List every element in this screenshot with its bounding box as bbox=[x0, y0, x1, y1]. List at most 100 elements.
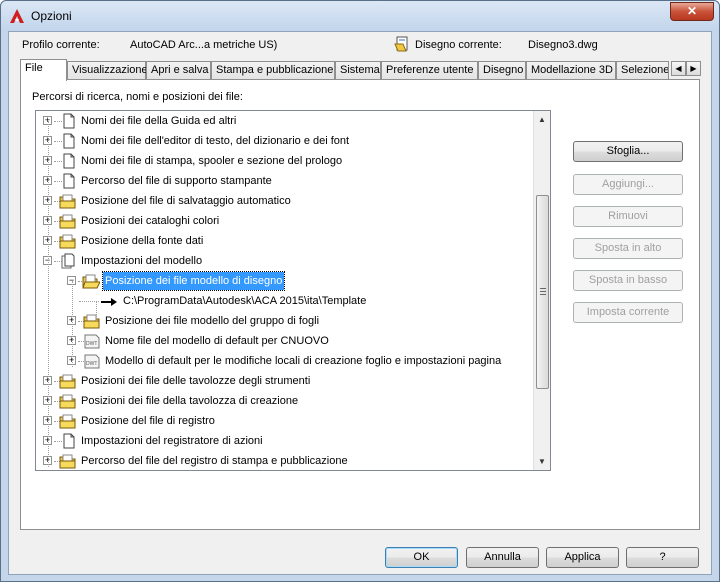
set-current-button-label: Imposta corrente bbox=[586, 306, 670, 318]
tab-selezione[interactable]: Selezione bbox=[616, 61, 669, 80]
tree-node-label: Impostazioni del modello bbox=[81, 255, 203, 267]
folder-icon bbox=[58, 413, 76, 429]
set-current-button[interactable]: Imposta corrente bbox=[573, 302, 683, 323]
tree-node-label: Posizione dei file modello di disegno bbox=[101, 271, 286, 291]
dialog-body: Profilo corrente: AutoCAD Arc...a metric… bbox=[8, 31, 712, 575]
tab-stampa-e-pubblicazione[interactable]: Stampa e pubblicazione bbox=[211, 61, 335, 80]
tree-node[interactable]: + DWT Modello di default per le modifiche … bbox=[36, 352, 532, 370]
tree-node[interactable]: + Posizioni dei file delle tavolozze degl… bbox=[36, 372, 532, 390]
tree-connector bbox=[48, 121, 49, 467]
tree-node[interactable]: + Impostazioni del registratore di azioni bbox=[36, 432, 532, 450]
current-profile-value: AutoCAD Arc...a metriche US) bbox=[130, 39, 278, 51]
grip-line bbox=[540, 291, 546, 292]
remove-button[interactable]: Rimuovi bbox=[573, 206, 683, 227]
tab-visualizzazione[interactable]: Visualizzazione bbox=[67, 61, 148, 80]
tree-node-label: Posizioni dei file delle tavolozze degli… bbox=[81, 375, 311, 387]
apply-button[interactable]: Applica bbox=[546, 547, 619, 568]
search-paths-tree[interactable]: ▲ ▼ + Nomi dei file della Guida ed altri +… bbox=[35, 110, 551, 471]
document-icon bbox=[58, 113, 76, 129]
svg-text:DWT: DWT bbox=[86, 341, 97, 347]
tree-node-label: Impostazioni del registratore di azioni bbox=[81, 435, 263, 447]
tree-node[interactable]: C:\ProgramData\Autodesk\ACA 2015\ita\Tem… bbox=[36, 292, 532, 310]
grip-line bbox=[540, 294, 546, 295]
tree-node[interactable]: + Posizione dei file modello del gruppo d… bbox=[36, 312, 532, 330]
tab-scroll-right-button[interactable]: ▶ bbox=[686, 61, 701, 76]
folder-icon bbox=[58, 393, 76, 409]
dwt-file-icon: DWT bbox=[82, 353, 100, 369]
tab-modellazione-3d[interactable]: Modellazione 3D bbox=[526, 61, 616, 80]
tree-connector bbox=[96, 301, 97, 321]
move-down-button[interactable]: Sposta in basso bbox=[573, 270, 683, 291]
tree-node[interactable]: + Nomi dei file dell'editor di testo, del… bbox=[36, 132, 532, 150]
tree-scrollbar[interactable]: ▲ ▼ bbox=[533, 111, 550, 470]
tree-node[interactable]: + Nomi dei file della Guida ed altri bbox=[36, 112, 532, 130]
file-tab-panel: Percorsi di ricerca, nomi e posizioni de… bbox=[20, 79, 700, 530]
folder-icon bbox=[58, 193, 76, 209]
tab-apri-e-salva[interactable]: Apri e salva bbox=[146, 61, 211, 80]
current-drawing-value: Disegno3.dwg bbox=[528, 39, 598, 51]
tree-node[interactable]: + Percorso del file di supporto stampante bbox=[36, 172, 532, 190]
documents-icon bbox=[58, 253, 76, 269]
panel-label: Percorsi di ricerca, nomi e posizioni de… bbox=[32, 91, 243, 103]
cancel-button-label: Annulla bbox=[484, 551, 521, 563]
document-icon bbox=[58, 433, 76, 449]
tree-node[interactable]: + Posizioni dei file della tavolozza di c… bbox=[36, 392, 532, 410]
svg-text:DWT: DWT bbox=[86, 361, 97, 367]
add-button[interactable]: Aggiungi... bbox=[573, 174, 683, 195]
tree-node[interactable]: + Nomi dei file di stampa, spooler e sezi… bbox=[36, 152, 532, 170]
move-down-button-label: Sposta in basso bbox=[588, 274, 668, 286]
autocad-logo-icon bbox=[10, 9, 24, 23]
folder-icon bbox=[58, 233, 76, 249]
document-icon bbox=[58, 173, 76, 189]
tree-node-label: Posizioni dei cataloghi colori bbox=[81, 215, 220, 227]
apply-button-label: Applica bbox=[564, 551, 601, 563]
cancel-button[interactable]: Annulla bbox=[466, 547, 539, 568]
tree-node[interactable]: + Posizione del file di salvataggio autom… bbox=[36, 192, 532, 210]
browse-button[interactable]: Sfoglia... bbox=[573, 141, 683, 162]
add-button-label: Aggiungi... bbox=[602, 178, 654, 190]
close-icon: ✕ bbox=[686, 4, 698, 18]
tree-node[interactable]: + Percorso del file del registro di stamp… bbox=[36, 452, 532, 470]
remove-button-label: Rimuovi bbox=[608, 210, 648, 222]
tree-node-label: Percorso del file di supporto stampante bbox=[81, 175, 272, 187]
tree-node[interactable]: − Impostazioni del modello bbox=[36, 252, 532, 270]
help-button-label: ? bbox=[659, 551, 666, 563]
path-arrow-icon bbox=[100, 293, 118, 309]
tree-node[interactable]: + Posizione della fonte dati bbox=[36, 232, 532, 250]
tree-node-label: Posizione del file di registro bbox=[81, 415, 215, 427]
scroll-up-icon[interactable]: ▲ bbox=[537, 115, 547, 125]
tree-node[interactable]: + Posizione del file di registro bbox=[36, 412, 532, 430]
tab-file[interactable]: File bbox=[20, 59, 67, 81]
current-profile-label: Profilo corrente: bbox=[22, 39, 100, 51]
folder-icon bbox=[58, 213, 76, 229]
title-bar[interactable]: Opzioni ✕ bbox=[1, 1, 719, 31]
folder-icon bbox=[58, 373, 76, 389]
tree-node-label: Posizione del file di salvataggio automa… bbox=[81, 195, 291, 207]
close-button[interactable]: ✕ bbox=[670, 2, 714, 21]
tree-node-label: Nomi dei file di stampa, spooler e sezio… bbox=[81, 155, 343, 167]
tree-node-label: Posizioni dei file della tavolozza di cr… bbox=[81, 395, 299, 407]
document-icon bbox=[58, 153, 76, 169]
tab-sistema[interactable]: Sistema bbox=[335, 61, 381, 80]
chevron-right-icon: ▶ bbox=[690, 64, 697, 73]
tree-node[interactable]: − Posizione dei file modello di disegno bbox=[36, 271, 532, 291]
tree-node[interactable]: + Posizioni dei cataloghi colori bbox=[36, 212, 532, 230]
tab-scroll-left-button[interactable]: ◀ bbox=[671, 61, 686, 76]
ok-button[interactable]: OK bbox=[385, 547, 458, 568]
tree-node[interactable]: + DWT Nome file del modello di default per… bbox=[36, 332, 532, 350]
tree-node-label: Modello di default per le modifiche loca… bbox=[105, 355, 502, 367]
tree-node-label: Posizione dei file modello del gruppo di… bbox=[105, 315, 320, 327]
options-dialog: Opzioni ✕ Profilo corrente: AutoCAD Arc.… bbox=[0, 0, 720, 582]
move-up-button[interactable]: Sposta in alto bbox=[573, 238, 683, 259]
scroll-down-icon[interactable]: ▼ bbox=[537, 457, 547, 467]
tree-node-label: C:\ProgramData\Autodesk\ACA 2015\ita\Tem… bbox=[123, 295, 367, 307]
scroll-thumb[interactable] bbox=[536, 195, 549, 389]
tree-node-label: Nomi dei file dell'editor di testo, del … bbox=[81, 135, 350, 147]
tab-preferenze-utente[interactable]: Preferenze utente bbox=[381, 61, 478, 80]
help-button[interactable]: ? bbox=[626, 547, 699, 568]
ok-button-label: OK bbox=[413, 551, 430, 563]
tree-node-label: Nome file del modello di default per CNU… bbox=[105, 335, 329, 347]
chevron-left-icon: ◀ bbox=[675, 64, 682, 73]
folder-icon bbox=[82, 313, 100, 329]
tab-disegno[interactable]: Disegno bbox=[478, 61, 526, 80]
